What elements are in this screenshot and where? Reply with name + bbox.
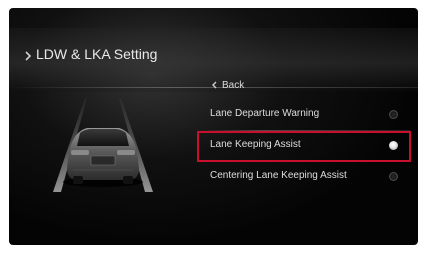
menu-item-lane-departure-warning[interactable]: Lane Departure Warning (198, 100, 410, 131)
car-rear-illustration (53, 98, 153, 192)
settings-screen: LDW & LKA Setting Back Lane Departure Wa… (9, 8, 418, 245)
selection-highlight (197, 131, 411, 162)
menu-item-label: Lane Departure Warning (210, 108, 320, 119)
radio-button-off[interactable] (389, 172, 398, 181)
menu-item-label: Centering Lane Keeping Assist (210, 170, 347, 181)
back-label: Back (222, 79, 245, 91)
menu-item-centering-lane-keeping-assist[interactable]: Centering Lane Keeping Assist (198, 162, 410, 192)
chevron-right-icon (25, 51, 31, 61)
chevron-left-icon (212, 81, 217, 89)
back-button[interactable]: Back (212, 76, 244, 94)
page-title: LDW & LKA Setting (36, 46, 158, 62)
radio-button-off[interactable] (389, 110, 398, 119)
